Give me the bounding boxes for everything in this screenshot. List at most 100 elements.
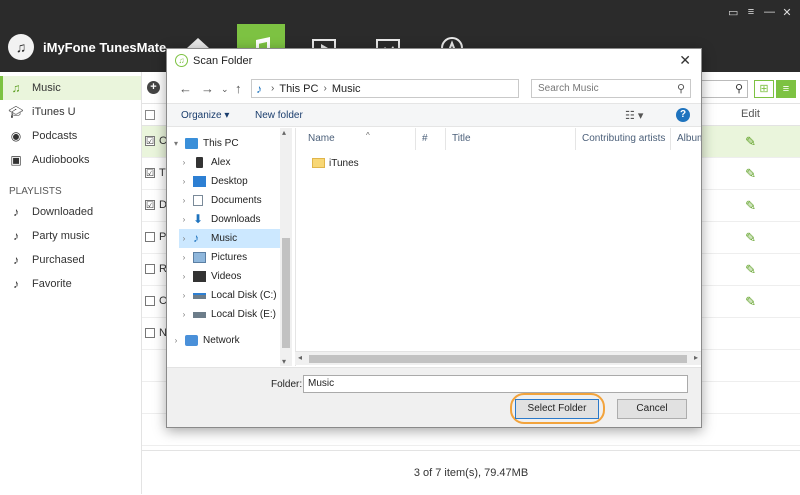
tree-item-local-disk-c[interactable]: › Local Disk (C:): [179, 286, 291, 305]
dialog-search-input[interactable]: Search Music ⚲: [531, 79, 691, 98]
minimize-icon[interactable]: —: [764, 6, 775, 19]
edit-pencil-icon[interactable]: ✎: [745, 230, 756, 246]
row-checkbox[interactable]: ☑: [145, 168, 155, 178]
edit-pencil-icon[interactable]: ✎: [745, 134, 756, 150]
column-title[interactable]: Title: [446, 128, 576, 150]
grid-view-button[interactable]: ⊞: [754, 80, 774, 98]
playlist-party-music[interactable]: ♪ Party music: [0, 224, 141, 248]
row-checkbox[interactable]: ☑: [145, 136, 155, 146]
tree-item-documents[interactable]: › Documents: [179, 191, 291, 210]
tree-item-label: This PC: [203, 138, 239, 149]
chevron-right-icon[interactable]: ›: [171, 336, 181, 345]
chevron-right-icon[interactable]: ›: [179, 310, 189, 319]
chevron-right-icon[interactable]: ›: [179, 158, 189, 167]
row-checkbox[interactable]: [145, 296, 155, 306]
playlist-purchased[interactable]: ♪ Purchased: [0, 248, 141, 272]
file-list-hscrollbar[interactable]: ◂ ▸: [295, 351, 701, 365]
new-folder-button[interactable]: New folder: [255, 110, 303, 121]
tree-item-pictures[interactable]: › Pictures: [179, 248, 291, 267]
column-contributing-artists[interactable]: Contributing artists: [576, 128, 671, 150]
music-note-icon: ♪: [13, 253, 19, 267]
column-album[interactable]: Album: [671, 128, 701, 150]
tree-item-desktop[interactable]: › Desktop: [179, 172, 291, 191]
column-name[interactable]: ^ Name: [302, 128, 416, 150]
tree-item-label: Pictures: [211, 252, 248, 263]
tree-item-label: Videos: [211, 271, 242, 282]
folder-icon: [312, 158, 325, 168]
scroll-right-icon[interactable]: ▸: [694, 353, 698, 362]
chevron-right-icon[interactable]: ›: [179, 196, 189, 205]
add-icon[interactable]: +: [147, 81, 160, 94]
menu-icon[interactable]: ≡: [746, 6, 756, 19]
tree-scroll-thumb[interactable]: [282, 238, 290, 348]
list-view-button[interactable]: ≡: [776, 80, 796, 98]
chevron-right-icon[interactable]: ›: [179, 272, 189, 281]
hscroll-thumb[interactable]: [309, 355, 687, 363]
chevron-right-icon[interactable]: ›: [179, 177, 189, 186]
help-icon[interactable]: ?: [676, 108, 690, 122]
tree-item-label: Music: [211, 233, 238, 244]
close-icon[interactable]: ✕: [679, 52, 691, 69]
scroll-up-icon[interactable]: ▴: [282, 128, 286, 137]
app-name: iMyFone TunesMate: [43, 39, 167, 55]
sidebar-item-label: Music: [32, 82, 61, 94]
podcast-icon: ◉: [10, 129, 22, 143]
sidebar-item-podcasts[interactable]: ◉ Podcasts: [0, 124, 141, 148]
feedback-icon[interactable]: ▭: [728, 6, 738, 19]
edit-pencil-icon[interactable]: ✎: [745, 262, 756, 278]
tree-item-network[interactable]: › Network: [171, 331, 283, 350]
edit-pencil-icon[interactable]: ✎: [745, 166, 756, 182]
search-icon: ⚲: [734, 83, 743, 95]
music-note-icon: ♪: [13, 277, 19, 291]
edit-pencil-icon[interactable]: ✎: [745, 198, 756, 214]
tree-item-this-pc[interactable]: ▾ This PC: [171, 134, 283, 153]
row-checkbox[interactable]: ☑: [145, 200, 155, 210]
back-arrow-icon[interactable]: ←: [179, 81, 192, 96]
row-checkbox[interactable]: [145, 232, 155, 242]
audiobook-icon: ▣: [10, 153, 22, 167]
view-options-icon[interactable]: ☷ ▾: [625, 109, 643, 122]
phone-icon: [196, 157, 203, 168]
chevron-right-icon[interactable]: ›: [179, 215, 189, 224]
breadcrumb-this-pc[interactable]: This PC: [279, 83, 318, 95]
address-bar[interactable]: ♪ › This PC › Music ⌄ ↻: [251, 79, 604, 98]
sidebar-item-itunes-u[interactable]: 🎓︎ iTunes U: [0, 100, 141, 124]
window-controls: ▭ ≡ — ✕: [728, 6, 792, 19]
forward-arrow-icon[interactable]: →: [201, 81, 214, 96]
chevron-right-icon[interactable]: ›: [179, 253, 189, 262]
playlist-favorite[interactable]: ♪ Favorite: [0, 272, 141, 296]
organize-menu[interactable]: Organize ▾: [181, 110, 229, 121]
row-checkbox[interactable]: [145, 264, 155, 274]
list-item[interactable]: iTunes: [312, 154, 359, 172]
tree-item-music[interactable]: › ♪ Music: [179, 229, 291, 248]
tree-item-local-disk-e[interactable]: › Local Disk (E:): [179, 305, 291, 324]
scroll-down-icon[interactable]: ▾: [282, 357, 286, 366]
tree-item-label: Local Disk (C:): [211, 290, 277, 301]
chevron-right-icon[interactable]: ›: [179, 291, 189, 300]
tree-item-downloads[interactable]: › ⬇ Downloads: [179, 210, 291, 229]
tree-item-label: Desktop: [211, 176, 248, 187]
select-folder-button[interactable]: Select Folder: [515, 399, 599, 419]
close-window-icon[interactable]: ✕: [782, 6, 792, 19]
chevron-right-icon[interactable]: ›: [179, 234, 189, 243]
cancel-button[interactable]: Cancel: [617, 399, 687, 419]
tree-scrollbar[interactable]: ▴ ▾: [280, 128, 292, 366]
up-arrow-icon[interactable]: ↑: [235, 81, 242, 96]
folder-field[interactable]: Music: [303, 375, 688, 393]
select-all-checkbox[interactable]: [145, 110, 155, 120]
chevron-down-icon[interactable]: ▾: [171, 139, 181, 148]
recent-dropdown-icon[interactable]: ⌄: [221, 84, 229, 95]
sidebar-item-music[interactable]: ♫ Music: [0, 76, 141, 100]
file-name: iTunes: [329, 157, 359, 169]
playlist-downloaded[interactable]: ♪ Downloaded: [0, 200, 141, 224]
tree-item-label: Documents: [211, 195, 262, 206]
tree-item-alex[interactable]: › Alex: [179, 153, 291, 172]
edit-pencil-icon[interactable]: ✎: [745, 294, 756, 310]
row-checkbox[interactable]: [145, 328, 155, 338]
playlist-label: Downloaded: [32, 206, 94, 218]
column-number[interactable]: #: [416, 128, 446, 150]
scroll-left-icon[interactable]: ◂: [298, 353, 302, 362]
tree-item-videos[interactable]: › Videos: [179, 267, 291, 286]
breadcrumb-music[interactable]: Music: [332, 83, 361, 95]
sidebar-item-audiobooks[interactable]: ▣ Audiobooks: [0, 148, 141, 172]
